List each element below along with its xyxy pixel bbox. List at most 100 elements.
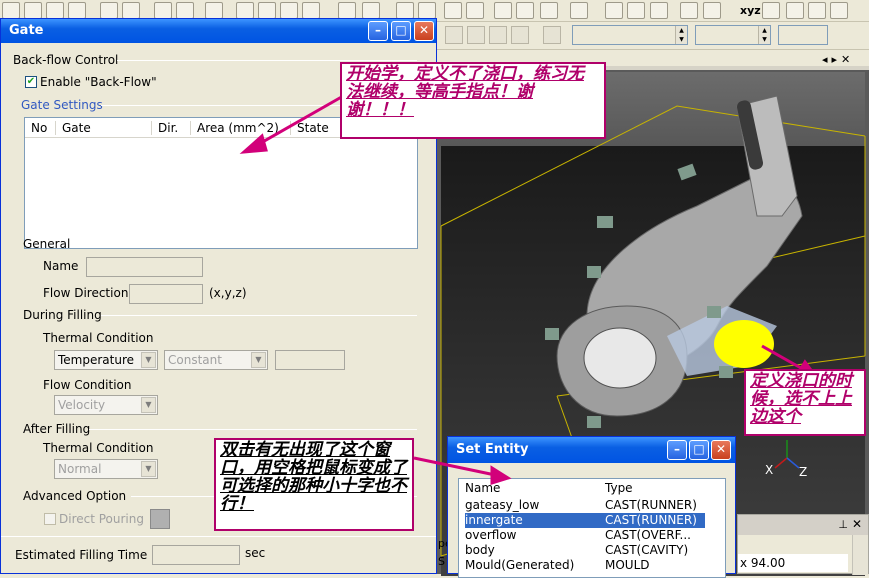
panel-fragment-2: S <box>438 555 445 568</box>
triangle-tool-icon[interactable] <box>830 2 848 19</box>
thermal-condition-select[interactable]: Temperature ▼ <box>54 350 158 370</box>
view-4-icon[interactable] <box>511 26 529 44</box>
display-mode-3-icon[interactable] <box>650 2 668 19</box>
toolbar-combo-2[interactable]: ▲ ▼ <box>695 25 771 45</box>
panel-scrollbar[interactable] <box>852 535 868 575</box>
col-dir[interactable]: Dir. <box>151 121 178 135</box>
flow-direction-unit: (x,y,z) <box>209 286 247 300</box>
panel-close-icon[interactable]: ✕ <box>852 517 862 531</box>
open-folder-icon[interactable] <box>24 2 42 19</box>
after-thermal-select[interactable]: Normal ▼ <box>54 459 158 479</box>
chevron-down-icon[interactable]: ▼ <box>141 352 156 368</box>
color-swatch[interactable] <box>150 509 170 529</box>
annotation-note-2: 定义浇口的时候，选不上上边这个 <box>744 369 866 436</box>
copy-icon[interactable] <box>176 2 194 19</box>
general-label: General <box>23 237 71 251</box>
line-tool-2-icon[interactable] <box>786 2 804 19</box>
display-mode-1-icon[interactable] <box>605 2 623 19</box>
set-entity-title: Set Entity <box>456 442 529 457</box>
thermal-mode-select[interactable]: Constant ▼ <box>164 350 268 370</box>
xyz-label[interactable]: xyz <box>740 4 761 17</box>
flow-direction-field[interactable] <box>129 284 203 304</box>
window-layout-4-icon[interactable] <box>302 2 320 19</box>
line-tool-icon[interactable] <box>762 2 780 19</box>
maximize-icon[interactable]: □ <box>391 21 411 41</box>
view-2-icon[interactable] <box>467 26 485 44</box>
save-icon[interactable] <box>46 2 64 19</box>
entity-col-name[interactable]: Name <box>465 481 500 495</box>
display-mode-2-icon[interactable] <box>627 2 645 19</box>
new-file-icon[interactable] <box>2 2 20 19</box>
entity-close-icon[interactable]: ✕ <box>711 440 731 460</box>
entity-col-type[interactable]: Type <box>605 481 633 495</box>
after-thermal-condition-label: Thermal Condition <box>43 441 154 455</box>
close-icon[interactable]: ✕ <box>414 21 434 41</box>
view-1-icon[interactable] <box>445 26 463 44</box>
thermal-condition-label: Thermal Condition <box>43 331 154 345</box>
flow-condition-select[interactable]: Velocity ▼ <box>54 395 158 415</box>
window-layout-2-icon[interactable] <box>258 2 276 19</box>
layers-icon[interactable] <box>540 2 558 19</box>
toolbar-combo-3[interactable] <box>778 25 828 45</box>
toolbar-combo-1[interactable]: ▲ ▼ <box>572 25 688 45</box>
angle-tool-icon[interactable] <box>808 2 826 19</box>
print-preview-icon[interactable] <box>122 2 140 19</box>
tree-icon[interactable] <box>444 2 462 19</box>
view-5-icon[interactable] <box>543 26 561 44</box>
help-icon[interactable] <box>362 2 380 19</box>
print-icon[interactable] <box>100 2 118 19</box>
grid-2-icon[interactable] <box>516 2 534 19</box>
mesh-icon[interactable] <box>466 2 484 19</box>
col-area[interactable]: Area (mm^2) <box>190 121 279 135</box>
minimize-icon[interactable]: – <box>368 21 388 41</box>
entity-row-selected[interactable]: innergate CAST(RUNNER) <box>465 513 705 528</box>
estimated-filling-time-field[interactable] <box>152 545 240 565</box>
enable-backflow-checkbox[interactable]: ✔ <box>25 76 37 88</box>
col-no[interactable]: No <box>25 121 47 135</box>
tab-navigation[interactable]: ◂▸✕ <box>822 53 854 66</box>
cursor-icon[interactable] <box>396 2 414 19</box>
paste-icon[interactable] <box>205 2 223 19</box>
cube-icon[interactable] <box>570 2 588 19</box>
gate-settings-label: Gate Settings <box>21 98 103 112</box>
backflow-control-label: Back-flow Control <box>13 53 119 67</box>
property-value[interactable]: x 94.00 <box>738 554 848 572</box>
gate-dialog-title: Gate <box>9 23 44 38</box>
window-layout-3-icon[interactable] <box>280 2 298 19</box>
axis-x-label: X <box>765 463 774 477</box>
pin-icon[interactable]: ⊥ <box>838 518 848 531</box>
thermal-value-field[interactable] <box>275 350 345 370</box>
entity-row[interactable]: gateasy_low CAST(RUNNER) <box>465 498 705 513</box>
secondary-toolbar: ▲ ▼ ▲ ▼ <box>437 22 869 50</box>
view-3-icon[interactable] <box>489 26 507 44</box>
estimated-filling-time-label: Estimated Filling Time <box>15 548 148 562</box>
col-state[interactable]: State <box>290 121 329 135</box>
cut-icon[interactable] <box>154 2 172 19</box>
properties-panel: ⊥ ✕ x 94.00 <box>737 514 869 575</box>
entity-maximize-icon[interactable]: □ <box>689 440 709 460</box>
list-icon[interactable] <box>418 2 436 19</box>
entity-list[interactable]: Name Type gateasy_low CAST(RUNNER) inner… <box>458 478 726 578</box>
direct-pouring-checkbox[interactable] <box>44 513 56 525</box>
entity-row[interactable]: Mould(Generated) MOULD <box>465 558 705 573</box>
entity-minimize-icon[interactable]: – <box>667 440 687 460</box>
grid-icon[interactable] <box>494 2 512 19</box>
window-layout-1-icon[interactable] <box>236 2 254 19</box>
annotation-note-1: 开始学，定义不了浇口，练习无法继续，等高手指点！谢谢！！！ <box>340 62 606 139</box>
set-entity-titlebar[interactable]: Set Entity – □ ✕ <box>448 437 735 463</box>
save-all-icon[interactable] <box>68 2 86 19</box>
col-gate[interactable]: Gate <box>55 121 91 135</box>
entity-row[interactable]: body CAST(CAVITY) <box>465 543 705 558</box>
text-icon[interactable] <box>338 2 356 19</box>
chevron-down-icon[interactable]: ▼ <box>141 397 156 413</box>
chevron-down-icon[interactable]: ▼ <box>251 352 266 368</box>
entity-row[interactable]: overflow CAST(OVERF... <box>465 528 705 543</box>
advanced-option-label: Advanced Option <box>23 489 127 503</box>
axis-2-icon[interactable] <box>703 2 721 19</box>
name-field[interactable] <box>86 257 203 277</box>
during-filling-label: During Filling <box>23 308 102 322</box>
axis-icon[interactable] <box>680 2 698 19</box>
axis-z-label: Z <box>799 465 808 479</box>
chevron-down-icon[interactable]: ▼ <box>141 461 156 477</box>
gate-dialog-titlebar[interactable]: Gate – □ ✕ <box>1 19 436 43</box>
